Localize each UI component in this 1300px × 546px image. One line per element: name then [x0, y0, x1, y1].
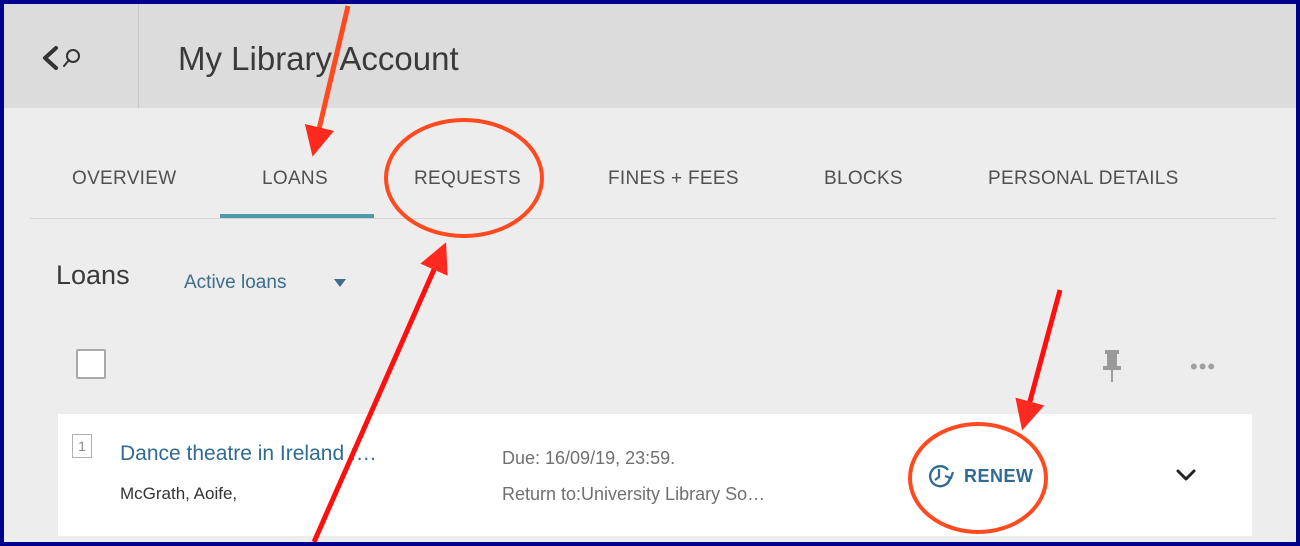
- loan-list-item: 1 Dance theatre in Ireland :… McGrath, A…: [58, 414, 1252, 536]
- select-all-checkbox[interactable]: [76, 349, 106, 379]
- page-title: My Library Account: [178, 40, 459, 77]
- return-location: Return to:University Library So…: [502, 484, 766, 504]
- pin-icon[interactable]: [1102, 348, 1122, 384]
- due-date: Due: 16/09/19, 23:59.: [502, 448, 676, 468]
- screenshot-frame: My Library Account OVERVIEW LOANS REQUES…: [0, 0, 1300, 546]
- tab-fines-fees[interactable]: FINES + FEES: [608, 168, 739, 190]
- item-index: 1: [72, 434, 92, 458]
- tab-requests[interactable]: REQUESTS: [414, 168, 521, 190]
- back-search-button[interactable]: [4, 4, 139, 108]
- tab-overview[interactable]: OVERVIEW: [72, 168, 176, 190]
- renew-label: RENEW: [964, 466, 1034, 486]
- more-options-icon[interactable]: •••: [1190, 354, 1216, 380]
- renew-clock-icon: [929, 465, 955, 488]
- tab-personal-details[interactable]: PERSONAL DETAILS: [988, 168, 1179, 190]
- chevron-down-icon[interactable]: [1176, 468, 1196, 482]
- item-author: McGrath, Aoife,: [120, 484, 238, 503]
- arrow-to-renew: [1015, 289, 1063, 431]
- back-search-icon: [43, 46, 80, 70]
- tab-loans[interactable]: LOANS: [262, 168, 328, 190]
- account-tabs: OVERVIEW LOANS REQUESTS FINES + FEES BLO…: [30, 154, 1276, 219]
- tab-blocks[interactable]: BLOCKS: [824, 168, 903, 190]
- active-tab-indicator: [220, 214, 374, 218]
- header-bar: My Library Account: [4, 4, 1296, 108]
- item-title-link[interactable]: Dance theatre in Ireland :…: [120, 442, 377, 466]
- caret-down-icon[interactable]: [334, 279, 346, 287]
- loans-filter-select[interactable]: Active loans: [184, 272, 286, 294]
- loans-heading: Loans: [56, 260, 130, 290]
